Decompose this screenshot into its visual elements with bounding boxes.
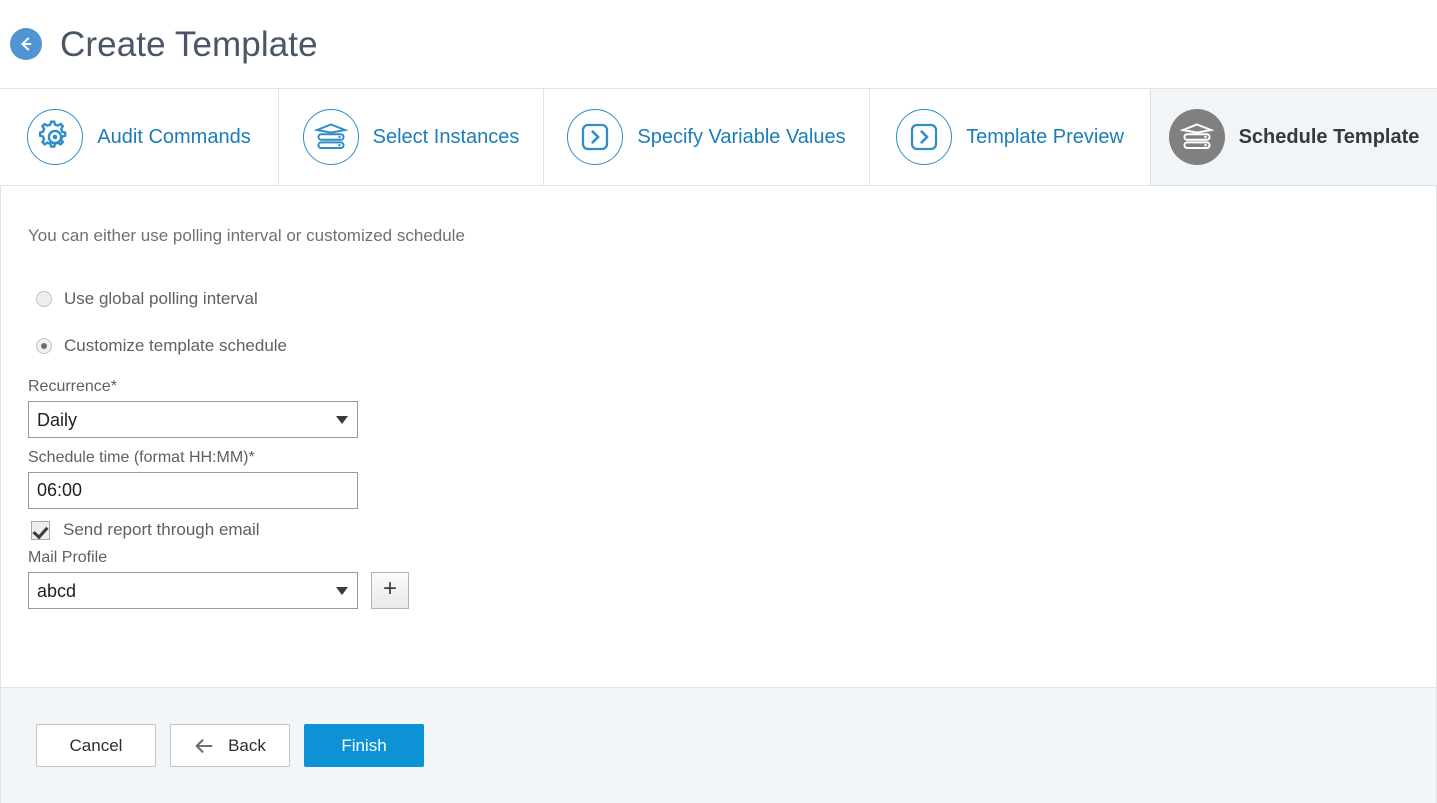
mail-profile-row: abcd +	[28, 572, 1436, 609]
tab-label: Specify Variable Values	[637, 125, 846, 148]
recurrence-select-wrapper[interactable]: Daily	[28, 401, 358, 438]
server-stack-icon	[302, 109, 359, 165]
mail-profile-select-wrapper[interactable]: abcd	[28, 572, 358, 609]
add-mail-profile-button[interactable]: +	[371, 572, 409, 609]
intro-text: You can either use polling interval or c…	[28, 226, 465, 245]
create-template-page: Create Template Audit Commands Select In…	[0, 0, 1437, 803]
chevron-right-box-icon	[567, 109, 624, 165]
recurrence-label: Recurrence*	[28, 378, 117, 395]
gear-icon	[27, 109, 84, 165]
page-title: Create Template	[60, 24, 318, 64]
tab-label: Audit Commands	[97, 125, 251, 148]
schedule-fields: Recurrence* Daily Schedule time (format …	[28, 378, 1436, 609]
radio-indicator	[36, 291, 52, 307]
tab-specify-variable-values[interactable]: Specify Variable Values	[544, 89, 870, 185]
radio-use-global-polling-interval[interactable]: Use global polling interval	[36, 284, 1436, 314]
radio-label: Use global polling interval	[64, 289, 258, 308]
schedule-time-label: Schedule time (format HH:MM)*	[28, 449, 255, 466]
tab-audit-commands[interactable]: Audit Commands	[0, 89, 279, 185]
server-stack-icon	[1168, 109, 1225, 165]
tab-label: Schedule Template	[1238, 125, 1420, 148]
tab-label: Template Preview	[966, 125, 1124, 148]
back-button[interactable]: Back	[170, 724, 290, 767]
back-button-label: Back	[228, 735, 266, 755]
arrow-left-icon	[194, 738, 216, 754]
back-arrow-circle-icon[interactable]	[10, 28, 42, 60]
wizard-footer: Cancel Back Finish	[0, 687, 1437, 803]
tab-label: Select Instances	[372, 125, 520, 148]
checkbox-label: Send report through email	[63, 520, 260, 539]
schedule-mode-radio-group: Use global polling interval Customize te…	[28, 284, 1436, 361]
mail-profile-select[interactable]: abcd	[28, 572, 358, 609]
radio-indicator-selected	[36, 338, 52, 354]
schedule-form-panel: You can either use polling interval or c…	[0, 186, 1437, 687]
mail-profile-label: Mail Profile	[28, 549, 108, 566]
radio-label: Customize template schedule	[64, 336, 288, 355]
chevron-right-box-icon	[896, 109, 953, 165]
radio-customize-template-schedule[interactable]: Customize template schedule	[36, 331, 1436, 361]
wizard-tab-strip: Audit Commands Select Instances Specify …	[0, 88, 1437, 186]
tab-schedule-template[interactable]: Schedule Template	[1151, 89, 1437, 185]
tab-template-preview[interactable]: Template Preview	[870, 89, 1151, 185]
send-report-through-email-checkbox[interactable]: Send report through email	[28, 520, 1436, 540]
finish-button[interactable]: Finish	[304, 724, 424, 767]
page-header: Create Template	[0, 0, 1437, 88]
recurrence-select[interactable]: Daily	[28, 401, 358, 438]
schedule-time-input[interactable]	[28, 472, 358, 509]
tab-select-instances[interactable]: Select Instances	[279, 89, 544, 185]
checkbox-indicator-checked	[31, 520, 50, 540]
cancel-button[interactable]: Cancel	[36, 724, 156, 767]
